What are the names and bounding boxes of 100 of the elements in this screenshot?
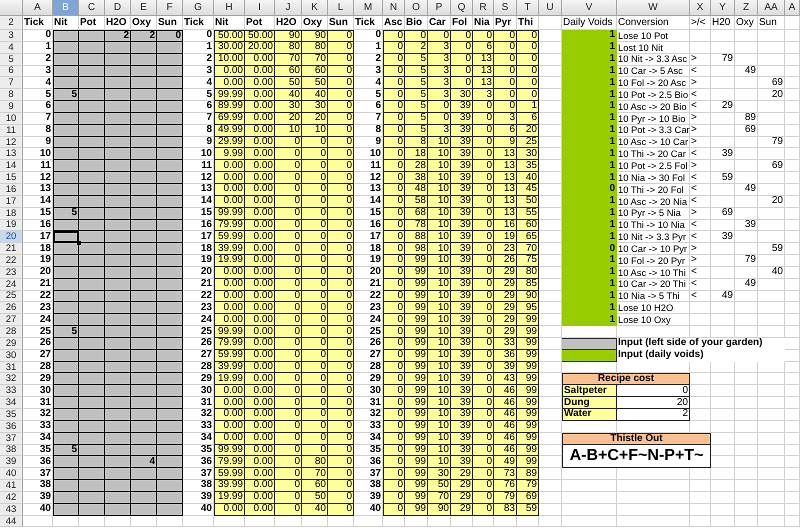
input-cell[interactable] [79,77,105,90]
row-header[interactable]: 42 [0,492,23,504]
row-header[interactable]: 7 [0,77,23,90]
input-cell[interactable] [157,338,183,350]
row-header[interactable]: 34 [0,397,23,409]
input-cell[interactable] [131,208,157,220]
input-cell[interactable] [79,220,105,232]
row-header[interactable]: 25 [0,290,23,302]
input-cell[interactable] [79,66,105,78]
row-header[interactable]: 23 [0,266,23,279]
input-cell[interactable] [79,124,105,137]
input-cell[interactable] [131,42,157,54]
row-header[interactable]: 39 [0,456,23,468]
row-header[interactable]: 8 [0,89,23,102]
input-cell[interactable] [79,409,105,421]
row-header[interactable]: 44 [0,516,23,528]
input-cell[interactable] [157,290,183,302]
input-cell[interactable] [53,160,79,172]
row-header[interactable]: 11 [0,124,23,137]
input-cell[interactable] [53,350,79,362]
input-cell[interactable] [79,492,105,504]
input-cell[interactable] [53,504,79,516]
input-cell[interactable] [157,409,183,421]
input-cell[interactable]: 5 [53,208,79,220]
input-cell[interactable] [53,373,79,386]
column-header[interactable]: M [354,0,383,16]
column-header[interactable]: P [428,0,451,16]
input-cell[interactable] [157,314,183,326]
input-cell[interactable] [131,278,157,291]
input-cell[interactable] [131,160,157,172]
input-cell[interactable]: 0 [157,30,183,42]
input-cell[interactable] [105,492,131,504]
input-cell[interactable] [79,302,105,314]
row-header[interactable]: 3 [0,30,23,42]
input-cell[interactable]: 5 [53,89,79,102]
row-header[interactable]: 35 [0,409,23,421]
input-cell[interactable] [131,220,157,232]
input-cell[interactable] [157,432,183,445]
input-cell[interactable] [131,373,157,386]
column-header[interactable]: AA [758,0,785,16]
row-header[interactable]: 38 [0,444,23,456]
row-header[interactable]: 16 [0,184,23,196]
input-cell[interactable] [157,54,183,66]
input-cell[interactable] [53,42,79,54]
input-cell[interactable] [79,101,105,113]
input-cell[interactable] [157,302,183,314]
column-header[interactable]: T [517,0,539,16]
column-header[interactable]: R [473,0,494,16]
input-cell[interactable] [79,54,105,66]
input-cell[interactable] [157,326,183,338]
input-cell[interactable] [105,338,131,350]
input-cell[interactable] [105,136,131,148]
input-cell[interactable] [53,385,79,398]
input-cell[interactable] [79,89,105,102]
input-cell[interactable] [53,278,79,291]
input-cell[interactable]: 2 [131,30,157,42]
row-header[interactable]: 20 [0,231,23,244]
input-cell[interactable] [131,255,157,267]
input-cell[interactable] [157,385,183,398]
row-header[interactable]: 21 [0,243,23,256]
input-cell[interactable] [79,196,105,208]
input-cell[interactable] [105,373,131,386]
column-header[interactable]: S [494,0,517,16]
input-cell[interactable] [131,54,157,66]
input-cell[interactable] [53,101,79,113]
input-cell[interactable] [157,243,183,256]
input-cell[interactable] [105,480,131,492]
input-cell[interactable] [131,66,157,78]
input-cell[interactable]: 5 [53,326,79,338]
input-cell[interactable] [53,409,79,421]
input-cell[interactable] [131,112,157,125]
input-cell[interactable] [53,492,79,504]
column-header[interactable]: I [245,0,275,16]
input-cell[interactable] [131,420,157,433]
input-cell[interactable] [105,148,131,160]
row-header[interactable]: 12 [0,136,23,148]
input-cell[interactable] [131,362,157,374]
input-cell[interactable] [105,42,131,54]
input-cell[interactable] [157,278,183,291]
row-header[interactable]: 13 [0,148,23,160]
input-cell[interactable] [105,66,131,78]
column-header[interactable]: X [690,0,711,16]
input-cell[interactable] [53,231,79,244]
input-cell[interactable] [79,30,105,42]
input-cell[interactable] [131,397,157,409]
input-cell[interactable] [131,385,157,398]
input-cell[interactable] [53,480,79,492]
input-cell[interactable] [53,468,79,480]
row-header[interactable]: 31 [0,362,23,374]
input-cell[interactable] [131,89,157,102]
input-cell[interactable] [157,480,183,492]
input-cell[interactable] [157,468,183,480]
input-cell[interactable] [105,397,131,409]
input-cell[interactable] [131,290,157,302]
input-cell[interactable] [131,231,157,244]
input-cell[interactable] [157,136,183,148]
input-cell[interactable] [105,326,131,338]
input-cell[interactable] [131,172,157,184]
input-cell[interactable] [157,89,183,102]
input-cell[interactable] [105,385,131,398]
